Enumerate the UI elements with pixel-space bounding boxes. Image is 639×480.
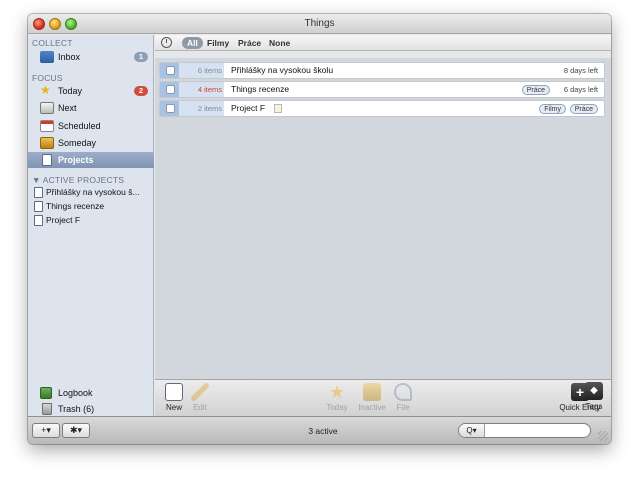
alarm-clock-icon[interactable] (161, 37, 172, 48)
logbook-icon (40, 387, 52, 399)
sidebar-item-trash[interactable]: Trash (6) (28, 401, 154, 417)
inactive-button-label: Inactive (358, 403, 386, 412)
resize-grip-icon[interactable] (598, 431, 608, 441)
calendar-icon (40, 120, 54, 132)
sidebar-item-today[interactable]: ★ Today 2 (28, 83, 154, 99)
project-row[interactable]: 4 items Things recenze Práce 6 days left (159, 81, 605, 98)
sidebar-item-scheduled[interactable]: Scheduled (28, 118, 154, 134)
sidebar-item-label: Someday (58, 138, 97, 148)
project-due: 8 days left (563, 66, 598, 75)
inbox-icon (40, 51, 54, 63)
sidebar-item-label: Next (58, 103, 77, 113)
bottom-toolbar: New Edit ★ Today Inactive File + Quick E… (155, 379, 611, 416)
star-icon: ★ (40, 83, 51, 97)
app-window: Things COLLECT Inbox 1 FOCUS ★ Today 2 N… (28, 14, 611, 444)
sidebar-item-someday[interactable]: Someday (28, 135, 154, 151)
project-due: 6 days left (563, 85, 598, 94)
tag-filter-filmy[interactable]: Filmy (207, 37, 229, 49)
today-button[interactable]: ★ Today (323, 383, 351, 413)
sidebar-item-label: Inbox (58, 52, 81, 62)
list-top-strip (155, 52, 611, 58)
sidebar-item-projects[interactable]: Projects (28, 152, 154, 168)
someday-box-icon (40, 137, 54, 149)
today-button-label: Today (326, 403, 348, 412)
note-icon (274, 104, 282, 113)
project-list: 6 items Přihlášky na vysokou školu 8 day… (155, 52, 611, 379)
sidebar-item-label: Projects (58, 155, 94, 165)
edit-button[interactable]: Edit (189, 383, 211, 413)
sidebar-project-item[interactable]: Things recenze (28, 200, 154, 213)
file-button-label: File (396, 403, 410, 412)
sidebar-project-label: Přihlášky na vysokou š... (46, 187, 140, 197)
project-name: Things recenze (231, 84, 290, 94)
project-name: Přihlášky na vysokou školu (231, 65, 334, 75)
tag-filter-prace[interactable]: Práce (238, 37, 261, 49)
new-button-label: New (165, 403, 182, 412)
pencil-icon (191, 383, 209, 401)
sidebar-item-label: Today (58, 86, 83, 96)
window-title: Things (304, 18, 335, 29)
tag-filter-none[interactable]: None (269, 37, 290, 49)
next-tray-icon (40, 102, 54, 114)
section-focus: FOCUS (32, 73, 63, 83)
inbox-count-badge: 1 (134, 52, 148, 62)
project-item-count: 6 items (197, 66, 222, 75)
project-checkbox[interactable] (166, 66, 175, 75)
tag-filter-all[interactable]: All (182, 37, 203, 49)
section-active-projects[interactable]: ▼ ACTIVE PROJECTS (32, 175, 124, 185)
status-text: 3 active (308, 426, 338, 436)
tags-button-label: Tags (585, 402, 603, 411)
title-bar: Things (28, 14, 611, 34)
sidebar-project-label: Things recenze (46, 201, 105, 211)
project-name: Project F (231, 103, 266, 113)
minimize-window-button[interactable] (49, 18, 61, 30)
file-button[interactable]: File (391, 383, 415, 413)
project-document-icon (34, 215, 43, 226)
sidebar-project-item[interactable]: Project F (28, 214, 154, 227)
project-document-icon (34, 187, 43, 198)
sidebar-item-next[interactable]: Next (28, 100, 154, 116)
projects-icon (42, 154, 52, 166)
close-window-button[interactable] (33, 18, 45, 30)
project-document-icon (34, 201, 43, 212)
sidebar-item-logbook[interactable]: Logbook (28, 385, 154, 401)
status-bar: +▾ ✱▾ 3 active Q▾ (28, 416, 611, 444)
sidebar-item-label: Logbook (58, 388, 93, 398)
project-checkbox[interactable] (166, 85, 175, 94)
search-mode-icon[interactable]: Q▾ (459, 424, 485, 437)
today-count-badge: 2 (134, 86, 148, 96)
tag-icon: ◆ (585, 382, 603, 400)
section-collect: COLLECT (32, 38, 73, 48)
project-item-count: 4 items (197, 85, 222, 94)
search-field[interactable]: Q▾ (458, 423, 591, 438)
someday-box-icon (363, 383, 381, 401)
add-menu-button[interactable]: +▾ (32, 423, 60, 438)
sidebar: COLLECT Inbox 1 FOCUS ★ Today 2 Next Sch… (28, 35, 154, 416)
new-button[interactable]: New (163, 383, 185, 413)
star-icon: ★ (328, 382, 346, 402)
sidebar-item-label: Scheduled (58, 121, 101, 131)
trash-icon (42, 403, 52, 415)
inactive-button[interactable]: Inactive (354, 383, 390, 413)
project-row[interactable]: 2 items Project F Filmy Práce (159, 100, 605, 117)
project-item-count: 2 items (197, 104, 222, 113)
file-arrow-icon (394, 383, 412, 401)
sidebar-project-item[interactable]: Přihlášky na vysokou š... (28, 186, 154, 199)
sidebar-item-inbox[interactable]: Inbox 1 (28, 49, 154, 65)
sidebar-item-label: Trash (6) (58, 404, 95, 414)
tags-button[interactable]: ◆ Tags (581, 382, 607, 412)
edit-button-label: Edit (193, 403, 207, 412)
tag-filter-bar: All Filmy Práce None (155, 35, 611, 51)
action-gear-button[interactable]: ✱▾ (62, 423, 90, 438)
project-tag[interactable]: Práce (569, 104, 598, 114)
new-document-icon (165, 383, 183, 401)
zoom-window-button[interactable] (65, 18, 77, 30)
project-tag[interactable]: Filmy (539, 104, 566, 114)
sidebar-project-label: Project F (46, 215, 81, 225)
project-checkbox[interactable] (166, 104, 175, 113)
project-tag[interactable]: Práce (521, 85, 550, 95)
project-row[interactable]: 6 items Přihlášky na vysokou školu 8 day… (159, 62, 605, 79)
